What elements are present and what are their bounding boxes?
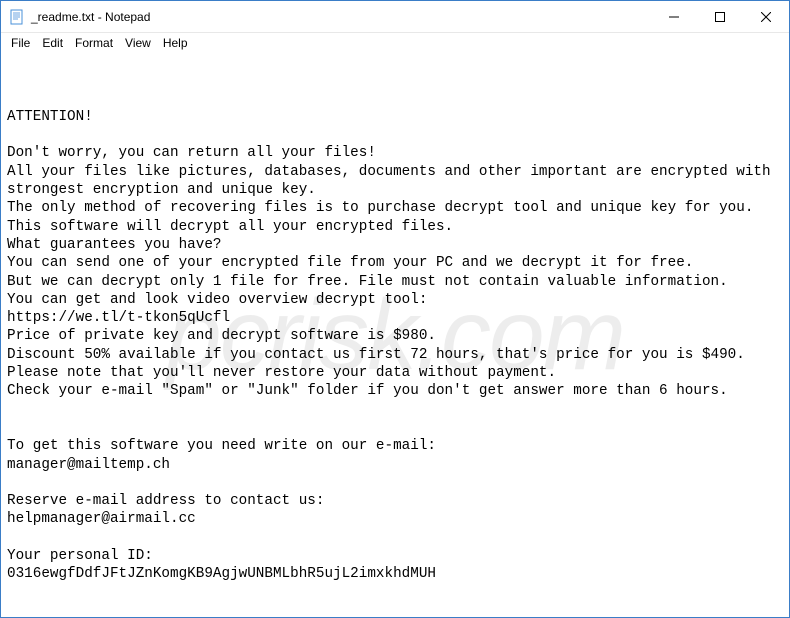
maximize-button[interactable] [697,1,743,32]
minimize-button[interactable] [651,1,697,32]
document-text: ATTENTION! Don't worry, you can return a… [7,108,783,584]
menu-view[interactable]: View [119,35,157,51]
titlebar: _readme.txt - Notepad [1,1,789,33]
text-area[interactable]: pcrisk.com ATTENTION! Don't worry, you c… [1,53,789,617]
menu-format[interactable]: Format [69,35,119,51]
window-controls [651,1,789,32]
window-title: _readme.txt - Notepad [31,10,651,24]
notepad-icon [9,9,25,25]
notepad-window: _readme.txt - Notepad File Edit Format V… [0,0,790,618]
menubar: File Edit Format View Help [1,33,789,53]
menu-edit[interactable]: Edit [36,35,69,51]
close-button[interactable] [743,1,789,32]
menu-file[interactable]: File [5,35,36,51]
menu-help[interactable]: Help [157,35,194,51]
